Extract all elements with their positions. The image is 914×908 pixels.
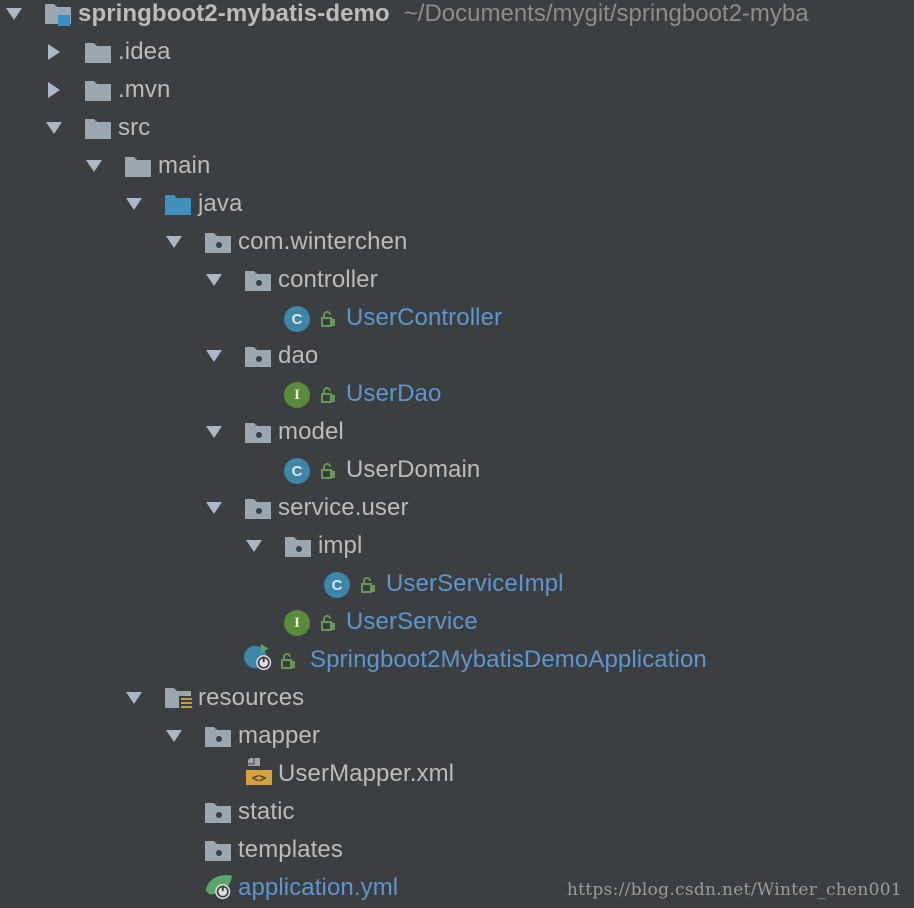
- spring-yml-icon: [204, 871, 234, 900]
- xml-file-icon: <>: [244, 758, 274, 786]
- watermark: https://blog.csdn.net/Winter_chen001: [566, 880, 902, 900]
- folder-icon: [84, 76, 114, 104]
- interface-icon: I: [284, 609, 314, 637]
- tree-node-com-winterchen[interactable]: com.winterchen: [0, 223, 914, 261]
- class-icon: C: [324, 571, 354, 599]
- tree-node-label: UserDomain: [346, 456, 481, 483]
- lock-icon: [320, 386, 336, 404]
- expand-arrow-right-icon[interactable]: [44, 80, 64, 100]
- expand-arrow-down-icon[interactable]: [124, 688, 144, 708]
- expand-arrow-down-icon[interactable]: [164, 232, 184, 252]
- tree-node-label: .idea: [118, 38, 171, 65]
- expand-arrow-down-icon[interactable]: [44, 118, 64, 138]
- tree-node-userdao[interactable]: I UserDao: [0, 375, 914, 413]
- tree-node-springboot2-mybatis-demo[interactable]: springboot2-mybatis-demo ~/Documents/mygi…: [0, 0, 914, 33]
- tree-node-dao[interactable]: dao: [0, 337, 914, 375]
- tree-node-usermapper-xml[interactable]: <> UserMapper.xml: [0, 755, 914, 793]
- tree-node-springboot2mybatisdemoapplication[interactable]: Springboot2MybatisDemoApplication: [0, 641, 914, 679]
- folder-icon: [124, 152, 154, 180]
- tree-node-userservice[interactable]: I UserService: [0, 603, 914, 641]
- tree-node-label: UserServiceImpl: [386, 570, 564, 597]
- tree-node-label: mapper: [238, 722, 320, 749]
- tree-node-label: dao: [278, 342, 319, 369]
- tree-node-label: springboot2-mybatis-demo: [78, 0, 390, 27]
- folder-icon: [84, 38, 114, 66]
- lock-icon: [320, 310, 336, 328]
- expand-arrow-down-icon[interactable]: [164, 726, 184, 746]
- project-path: ~/Documents/mygit/springboot2-myba: [403, 0, 809, 27]
- class-icon: C: [284, 305, 314, 333]
- expand-arrow-down-icon[interactable]: [204, 346, 224, 366]
- package-icon: [244, 494, 274, 522]
- tree-node-label: static: [238, 798, 295, 825]
- spring-boot-class-icon: [244, 643, 274, 671]
- project-folder-icon: [44, 0, 74, 28]
- tree-node-label: resources: [198, 684, 305, 711]
- tree-node-idea[interactable]: .idea: [0, 33, 914, 71]
- tree-node-model[interactable]: model: [0, 413, 914, 451]
- folder-icon: [84, 114, 114, 142]
- expand-arrow-down-icon[interactable]: [204, 498, 224, 518]
- tree-node-label: java: [198, 190, 243, 217]
- tree-node-usercontroller[interactable]: C UserController: [0, 299, 914, 337]
- lock-icon: [320, 614, 336, 632]
- expand-arrow-down-icon[interactable]: [84, 156, 104, 176]
- lock-icon: [360, 576, 376, 594]
- package-icon: [284, 532, 314, 560]
- tree-node-label: UserService: [346, 608, 478, 635]
- tree-node-main[interactable]: main: [0, 147, 914, 185]
- tree-node-label: main: [158, 152, 211, 179]
- package-icon: [204, 798, 234, 826]
- svg-text:<>: <>: [252, 771, 266, 785]
- tree-node-label: impl: [318, 532, 363, 559]
- tree-node-mvn[interactable]: .mvn: [0, 71, 914, 109]
- tree-node-userdomain[interactable]: C UserDomain: [0, 451, 914, 489]
- package-icon: [244, 342, 274, 370]
- resources-folder-icon: [164, 684, 194, 712]
- tree-node-userserviceimpl[interactable]: C UserServiceImpl: [0, 565, 914, 603]
- lock-icon: [320, 462, 336, 480]
- class-icon: C: [284, 457, 314, 485]
- tree-node-label: UserMapper.xml: [278, 760, 455, 787]
- tree-node-label: .mvn: [118, 76, 171, 103]
- expand-arrow-down-icon[interactable]: [244, 536, 264, 556]
- tree-node-templates[interactable]: templates: [0, 831, 914, 869]
- package-icon: [204, 228, 234, 256]
- interface-icon: I: [284, 381, 314, 409]
- tree-node-label: service.user: [278, 494, 409, 521]
- tree-node-label: UserDao: [346, 380, 442, 407]
- tree-node-label: application.yml: [238, 874, 399, 901]
- expand-arrow-down-icon[interactable]: [204, 270, 224, 290]
- lock-icon: [280, 652, 296, 670]
- package-icon: [244, 418, 274, 446]
- tree-node-impl[interactable]: impl: [0, 527, 914, 565]
- expand-arrow-down-icon[interactable]: [124, 194, 144, 214]
- tree-node-label: templates: [238, 836, 343, 863]
- tree-node-service-user[interactable]: service.user: [0, 489, 914, 527]
- expand-arrow-down-icon[interactable]: [4, 4, 24, 24]
- tree-node-label: controller: [278, 266, 378, 293]
- tree-node-java[interactable]: java: [0, 185, 914, 223]
- package-icon: [204, 722, 234, 750]
- tree-node-src[interactable]: src: [0, 109, 914, 147]
- tree-node-resources[interactable]: resources: [0, 679, 914, 717]
- tree-node-label: com.winterchen: [238, 228, 408, 255]
- tree-node-label: model: [278, 418, 344, 445]
- expand-arrow-down-icon[interactable]: [204, 422, 224, 442]
- tree-node-static[interactable]: static: [0, 793, 914, 831]
- expand-arrow-right-icon[interactable]: [44, 42, 64, 62]
- tree-node-label: UserController: [346, 304, 503, 331]
- tree-node-controller[interactable]: controller: [0, 261, 914, 299]
- tree-node-mapper[interactable]: mapper: [0, 717, 914, 755]
- tree-node-label: src: [118, 114, 151, 141]
- tree-node-label: Springboot2MybatisDemoApplication: [310, 646, 707, 673]
- package-icon: [204, 836, 234, 864]
- package-icon: [244, 266, 274, 294]
- source-folder-icon: [164, 190, 194, 218]
